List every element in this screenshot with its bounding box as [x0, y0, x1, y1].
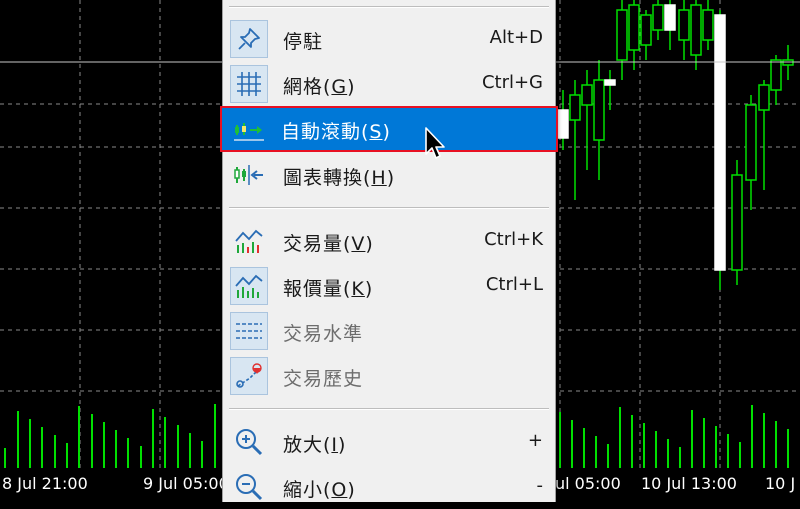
menu-item-trade-history[interactable]: 交易歷史 — [223, 354, 555, 398]
candle-body — [731, 174, 743, 271]
candle-body — [702, 9, 714, 41]
chart-shift-icon — [230, 156, 268, 194]
menu-separator — [229, 207, 549, 209]
menu-item-label: 報價量(K) — [283, 278, 374, 300]
tick-volumes-icon — [230, 267, 268, 305]
menu-item-label: 縮小(O) — [283, 479, 356, 501]
volumes-icon — [230, 222, 268, 260]
menu-item-shortcut: - — [536, 475, 544, 496]
menu-item-chart-shift[interactable]: 圖表轉換(H) — [223, 153, 555, 197]
auto-scroll-icon — [230, 110, 268, 148]
menu-item-volumes[interactable]: 交易量(V) Ctrl+K — [223, 219, 555, 263]
menu-item-label: 自動滾動(S) — [281, 121, 391, 143]
menu-separator — [229, 408, 549, 410]
trade-history-icon — [230, 357, 268, 395]
zoom-in-icon — [230, 423, 268, 461]
time-axis-label: ul 05:00 — [555, 474, 621, 493]
candle-body — [569, 94, 581, 121]
menu-item-shortcut: Ctrl+G — [481, 72, 543, 93]
menu-item-shortcut: Ctrl+K — [484, 229, 543, 250]
time-axis-label: 10 J — [765, 474, 796, 493]
chart-context-menu: 停駐 Alt+D 網格(G) Ctrl+G 自動滾動(S) 圖表轉換(H) 交易… — [220, 0, 558, 502]
candle-body — [758, 84, 770, 111]
candle-body — [593, 79, 605, 141]
menu-item-shortcut: + — [527, 430, 543, 451]
menu-item-tick-volumes[interactable]: 報價量(K) Ctrl+L — [223, 264, 555, 308]
grid-icon — [230, 65, 268, 103]
menu-item-shortcut: Ctrl+L — [485, 274, 543, 295]
menu-item-zoom-out[interactable]: 縮小(O) - — [223, 465, 555, 509]
candle-body — [628, 4, 640, 51]
menu-item-label: 圖表轉換(H) — [283, 167, 396, 189]
menu-item-label: 交易歷史 — [283, 368, 364, 390]
candle-body — [557, 109, 569, 139]
trade-levels-icon — [230, 312, 268, 350]
menu-item-zoom-in[interactable]: 放大(I) + — [223, 420, 555, 464]
pin-icon — [230, 20, 268, 58]
candle-body — [652, 4, 664, 31]
candle-body — [690, 4, 702, 56]
candle-body — [770, 59, 782, 91]
candle-body — [745, 104, 757, 181]
candle-body — [664, 4, 676, 31]
candlesticks — [557, 0, 794, 290]
candle-body — [604, 79, 616, 86]
zoom-out-icon — [230, 468, 268, 506]
menu-separator — [229, 6, 549, 8]
menu-item-auto-scroll[interactable]: 自動滾動(S) — [220, 106, 558, 152]
time-axis-label: 10 Jul 13:00 — [641, 474, 737, 493]
time-axis-label: 9 Jul 05:00 — [143, 474, 229, 493]
menu-item-label: 交易量(V) — [283, 233, 374, 255]
candle-body — [678, 9, 690, 41]
candle-body — [581, 84, 593, 106]
menu-item-trade-levels[interactable]: 交易水準 — [223, 309, 555, 353]
menu-item-shortcut: Alt+D — [489, 27, 543, 48]
candle-body — [714, 14, 726, 271]
menu-item-label: 網格(G) — [283, 76, 356, 98]
menu-item-label: 交易水準 — [283, 323, 364, 345]
menu-item-label: 停駐 — [283, 31, 324, 53]
menu-item-dock[interactable]: 停駐 Alt+D — [223, 17, 555, 61]
time-axis-label: 8 Jul 21:00 — [2, 474, 88, 493]
menu-item-grid[interactable]: 網格(G) Ctrl+G — [223, 62, 555, 106]
mouse-pointer-icon — [425, 127, 445, 159]
candle-body — [616, 9, 628, 61]
candle-body — [640, 14, 652, 46]
menu-item-label: 放大(I) — [283, 434, 347, 456]
